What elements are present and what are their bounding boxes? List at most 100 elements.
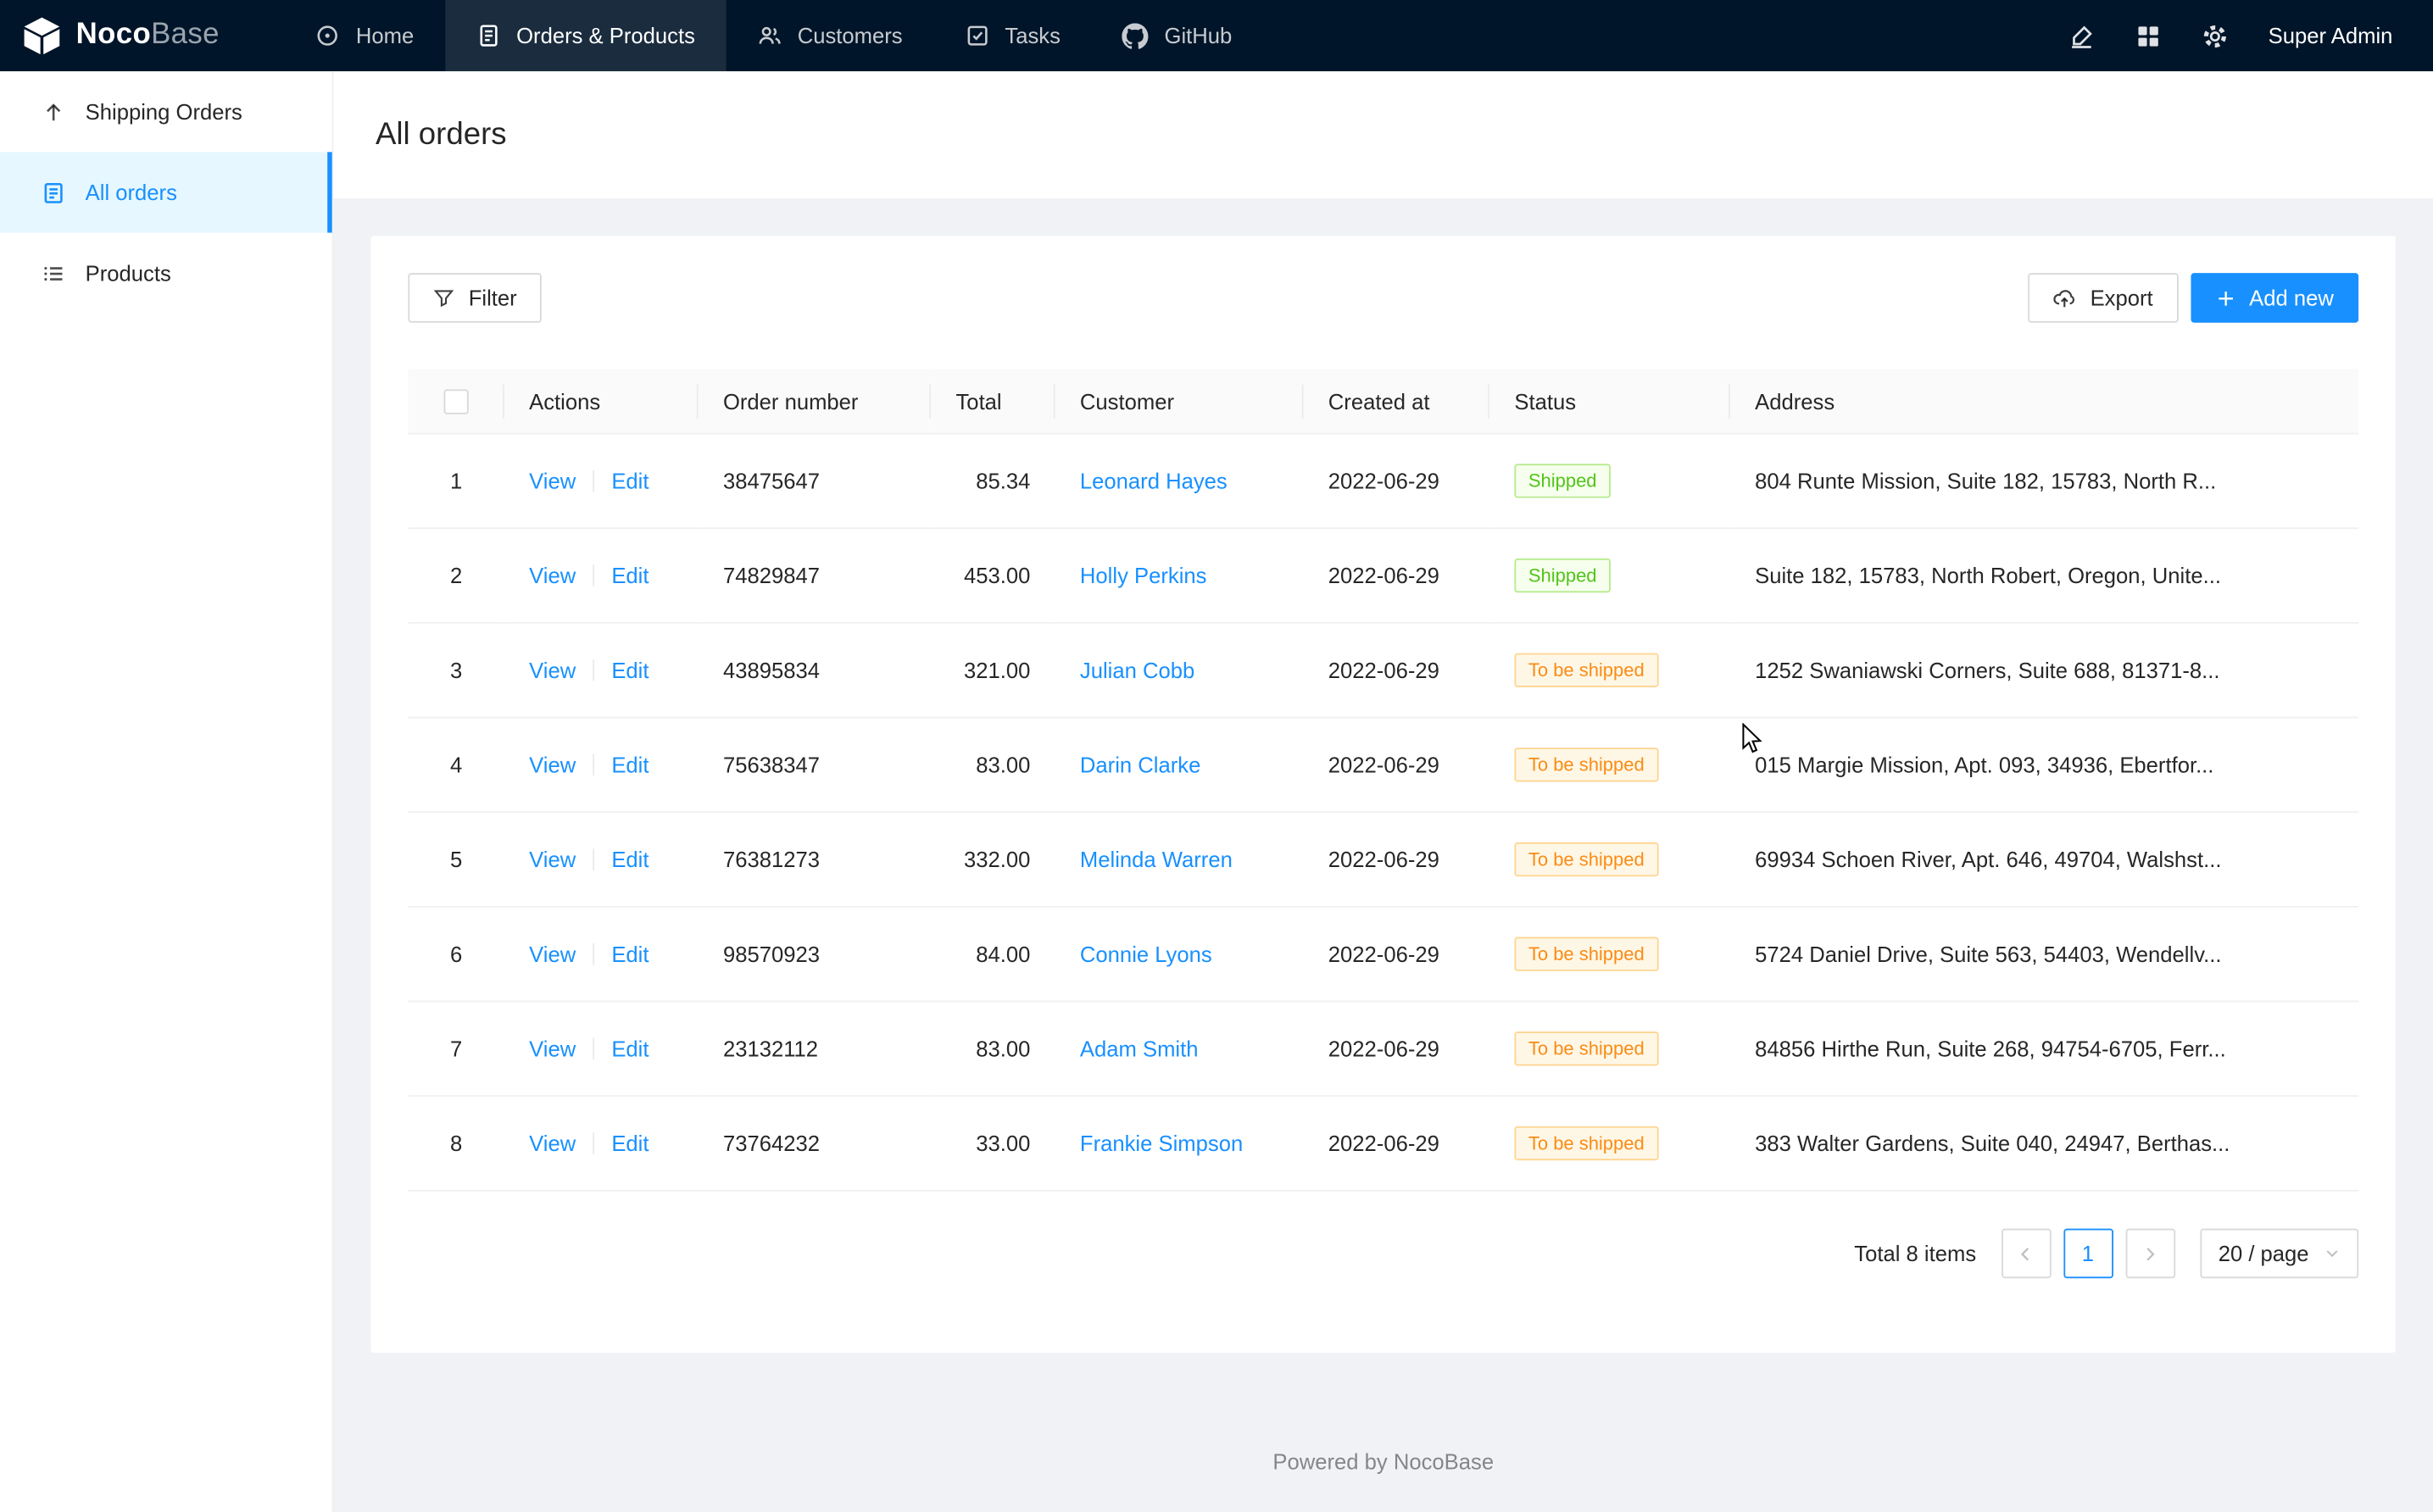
page-size-select[interactable]: 20 / page xyxy=(2200,1229,2358,1279)
nav-item-github[interactable]: GitHub xyxy=(1092,0,1263,71)
user-menu[interactable]: Super Admin xyxy=(2269,23,2393,47)
cell-status: To be shipped xyxy=(1489,1002,1730,1097)
cell-total: 84.00 xyxy=(931,907,1055,1002)
table-row: 4 ViewEdit 75638347 83.00 Darin Clarke 2… xyxy=(408,718,2358,813)
cell-total: 83.00 xyxy=(931,1002,1055,1097)
orders-table: Actions Order number Total Customer Crea… xyxy=(408,370,2358,1192)
plugins-grid-icon[interactable] xyxy=(2135,23,2161,49)
view-link[interactable]: View xyxy=(529,1131,576,1156)
orders-card: Filter xyxy=(370,236,2396,1353)
settings-gear-icon[interactable] xyxy=(2202,23,2228,49)
edit-link[interactable]: Edit xyxy=(611,848,649,872)
action-divider xyxy=(593,1133,594,1155)
nocobase-logo[interactable]: NocoBase xyxy=(0,15,248,56)
tasks-check-icon xyxy=(965,23,989,47)
add-new-button[interactable]: Add new xyxy=(2191,273,2359,323)
cell-order-number: 73764232 xyxy=(699,1097,932,1192)
action-divider xyxy=(593,470,594,492)
view-link[interactable]: View xyxy=(529,848,576,872)
edit-link[interactable]: Edit xyxy=(611,469,649,493)
app: NocoBase Home xyxy=(0,0,2433,1512)
cell-total: 332.00 xyxy=(931,813,1055,908)
sidebar-item-all-orders[interactable]: All orders xyxy=(0,152,332,232)
view-link[interactable]: View xyxy=(529,659,576,683)
edit-link[interactable]: Edit xyxy=(611,753,649,777)
edit-link[interactable]: Edit xyxy=(611,1037,649,1061)
sidebar-item-shipping-orders[interactable]: Shipping Orders xyxy=(0,71,332,152)
status-badge: To be shipped xyxy=(1514,1126,1658,1160)
customer-link[interactable]: Melinda Warren xyxy=(1080,848,1233,872)
customer-link[interactable]: Adam Smith xyxy=(1080,1037,1199,1061)
cloud-export-icon xyxy=(2053,286,2076,309)
cell-status: Shipped xyxy=(1489,529,1730,624)
pagination-prev-button[interactable] xyxy=(2001,1229,2051,1279)
customer-link[interactable]: Frankie Simpson xyxy=(1080,1131,1243,1156)
table-toolbar: Filter xyxy=(408,273,2358,323)
action-divider xyxy=(593,659,594,681)
nav-item-label: Tasks xyxy=(1005,23,1061,47)
view-link[interactable]: View xyxy=(529,564,576,588)
chevron-down-icon xyxy=(2324,1246,2340,1261)
cell-customer: Darin Clarke xyxy=(1055,718,1304,813)
nav-item-label: Orders & Products xyxy=(516,23,695,47)
pagination-page-1[interactable]: 1 xyxy=(2063,1229,2113,1279)
customer-link[interactable]: Holly Perkins xyxy=(1080,564,1207,588)
table-row: 6 ViewEdit 98570923 84.00 Connie Lyons 2… xyxy=(408,907,2358,1002)
cell-order-number: 23132112 xyxy=(699,1002,932,1097)
cell-address: Suite 182, 15783, North Robert, Oregon, … xyxy=(1730,529,2358,624)
edit-link[interactable]: Edit xyxy=(611,1131,649,1156)
toolbar-right: Export Add new xyxy=(2028,273,2358,323)
action-divider xyxy=(593,1038,594,1060)
cell-created-at: 2022-06-29 xyxy=(1303,907,1489,1002)
cell-status: To be shipped xyxy=(1489,1097,1730,1192)
cell-address: 383 Walter Gardens, Suite 040, 24947, Be… xyxy=(1730,1097,2358,1192)
action-divider xyxy=(593,565,594,587)
cell-actions: View Edit xyxy=(504,1002,699,1097)
cell-actions: View Edit xyxy=(504,907,699,1002)
cell-status: To be shipped xyxy=(1489,623,1730,718)
sidebar-item-products[interactable]: Products xyxy=(0,233,332,314)
cell-actions: View Edit xyxy=(504,623,699,718)
cell-actions: View Edit xyxy=(504,529,699,624)
filter-funnel-icon xyxy=(433,287,455,309)
nav-item-home[interactable]: Home xyxy=(285,0,445,71)
select-all-checkbox[interactable] xyxy=(443,390,468,414)
navbar-right: Super Admin xyxy=(2068,23,2433,49)
cell-created-at: 2022-06-29 xyxy=(1303,434,1489,529)
customer-link[interactable]: Julian Cobb xyxy=(1080,659,1194,683)
view-link[interactable]: View xyxy=(529,942,576,967)
sidebar-item-label: All orders xyxy=(86,180,177,204)
export-button[interactable]: Export xyxy=(2028,273,2178,323)
table-row: 2 ViewEdit 74829847 453.00 Holly Perkins… xyxy=(408,529,2358,624)
cell-customer: Frankie Simpson xyxy=(1055,1097,1304,1192)
table-row: 8 ViewEdit 73764232 33.00 Frankie Simpso… xyxy=(408,1097,2358,1192)
nav-item-customers[interactable]: Customers xyxy=(726,0,933,71)
cell-status: To be shipped xyxy=(1489,718,1730,813)
nav-item-orders-products[interactable]: Orders & Products xyxy=(445,0,727,71)
cell-order-number: 98570923 xyxy=(699,907,932,1002)
action-divider xyxy=(593,754,594,776)
customer-link[interactable]: Darin Clarke xyxy=(1080,753,1200,777)
filter-button[interactable]: Filter xyxy=(408,273,542,323)
customer-link[interactable]: Connie Lyons xyxy=(1080,942,1212,967)
ui-editor-highlighter-icon[interactable] xyxy=(2068,23,2095,49)
status-badge: To be shipped xyxy=(1514,748,1658,782)
view-link[interactable]: View xyxy=(529,469,576,493)
table-header: Actions Order number Total Customer Crea… xyxy=(408,370,2358,435)
nav-item-tasks[interactable]: Tasks xyxy=(933,0,1091,71)
cell-order-number: 76381273 xyxy=(699,813,932,908)
pagination-next-button[interactable] xyxy=(2125,1229,2175,1279)
sidebar-item-label: Products xyxy=(86,260,171,285)
filter-button-label: Filter xyxy=(469,286,517,310)
cell-total: 321.00 xyxy=(931,623,1055,718)
edit-link[interactable]: Edit xyxy=(611,942,649,967)
pagination-total: Total 8 items xyxy=(1854,1242,1976,1266)
cell-customer: Julian Cobb xyxy=(1055,623,1304,718)
nav-item-label: GitHub xyxy=(1165,23,1233,47)
customer-link[interactable]: Leonard Hayes xyxy=(1080,469,1228,493)
content-area: Filter xyxy=(334,198,2433,1512)
view-link[interactable]: View xyxy=(529,1037,576,1061)
edit-link[interactable]: Edit xyxy=(611,564,649,588)
edit-link[interactable]: Edit xyxy=(611,659,649,683)
view-link[interactable]: View xyxy=(529,753,576,777)
